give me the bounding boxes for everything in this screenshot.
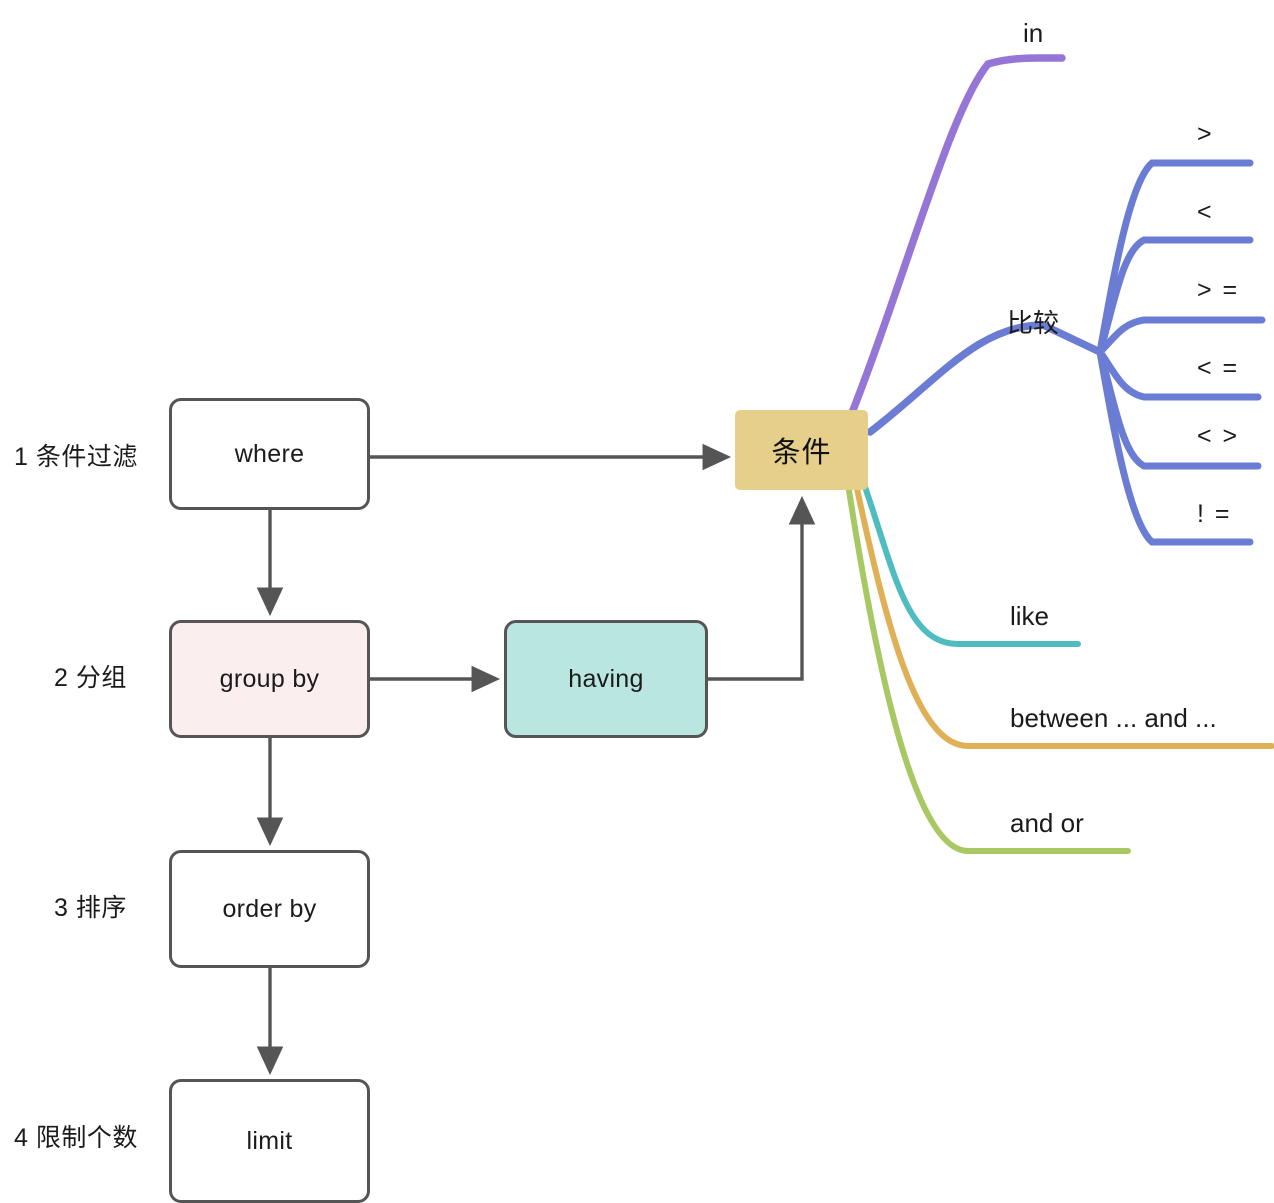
branch-label-between: between ... and ... — [1010, 703, 1217, 733]
branch-label-like: like — [1010, 601, 1050, 631]
branch-line-compare — [866, 321, 1104, 436]
stage-label-1: 1 条件过滤 — [14, 443, 138, 471]
branch-label-compare: 比较 — [1007, 308, 1060, 338]
branch-label-op-lte: < = — [1197, 354, 1240, 382]
connector-layer — [256, 54, 1274, 1076]
node-group-by[interactable]: group by — [169, 620, 370, 738]
branch-line-branch-andor — [845, 481, 1131, 854]
branch-label-op-gte: > = — [1197, 276, 1240, 304]
node-condition[interactable]: 条件 — [735, 410, 868, 490]
stage-label-2: 2 分组 — [54, 664, 127, 692]
branch-line-op-gt — [1096, 159, 1254, 356]
node-limit[interactable]: limit — [169, 1079, 370, 1203]
stage-label-4: 4 限制个数 — [14, 1124, 138, 1152]
arrow-having-to-condition — [708, 495, 816, 681]
diagram-canvas: 1 条件过滤 2 分组 3 排序 4 限制个数 where group by h… — [0, 0, 1274, 1203]
node-order-by[interactable]: order by — [169, 850, 370, 968]
stage-label-3: 3 排序 — [54, 894, 127, 922]
branch-line-op-gte — [1096, 316, 1266, 356]
branch-label-op-ne-angle: < > — [1197, 422, 1240, 450]
node-having[interactable]: having — [504, 620, 708, 738]
branch-label-op-gt: > — [1197, 120, 1214, 148]
branch-label-op-lt: < — [1197, 198, 1214, 226]
branch-label-and-or: and or — [1010, 808, 1084, 838]
node-where[interactable]: where — [169, 398, 370, 510]
branch-label-op-ne-bang: ! = — [1197, 500, 1232, 528]
branch-label-in: in — [1023, 18, 1044, 48]
